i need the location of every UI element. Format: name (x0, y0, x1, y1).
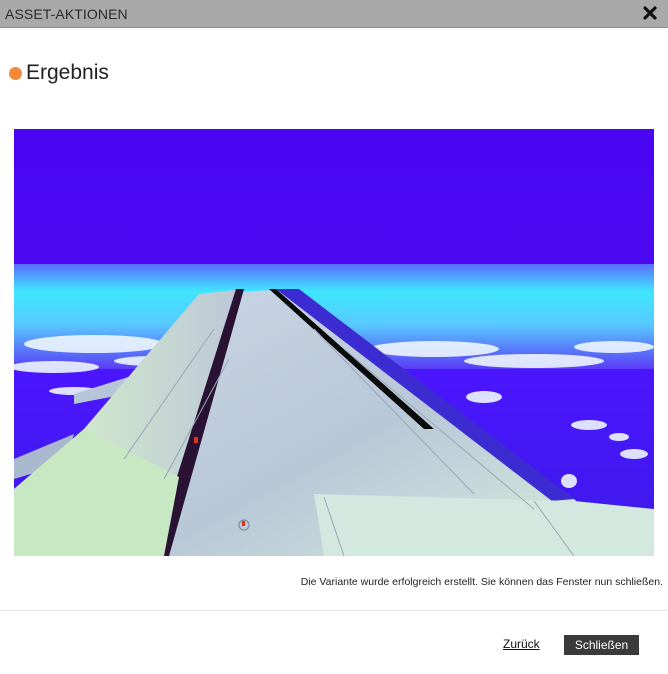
airplane-wing-image (14, 129, 654, 556)
footer-divider (0, 610, 668, 611)
result-heading: Ergebnis (9, 60, 109, 86)
asset-actions-dialog: ASSET-AKTIONEN Ergebnis Die Variante wur… (0, 0, 668, 674)
result-heading-text: Ergebnis (26, 61, 109, 84)
close-icon[interactable] (642, 4, 658, 22)
close-button[interactable]: Schließen (564, 635, 639, 655)
variant-preview-image (14, 129, 654, 556)
success-message: Die Variante wurde erfolgreich erstellt.… (300, 576, 663, 588)
status-dot-icon (9, 66, 22, 80)
dialog-titlebar: ASSET-AKTIONEN (0, 0, 668, 28)
dialog-title: ASSET-AKTIONEN (5, 6, 128, 22)
back-link[interactable]: Zurück (503, 637, 540, 651)
